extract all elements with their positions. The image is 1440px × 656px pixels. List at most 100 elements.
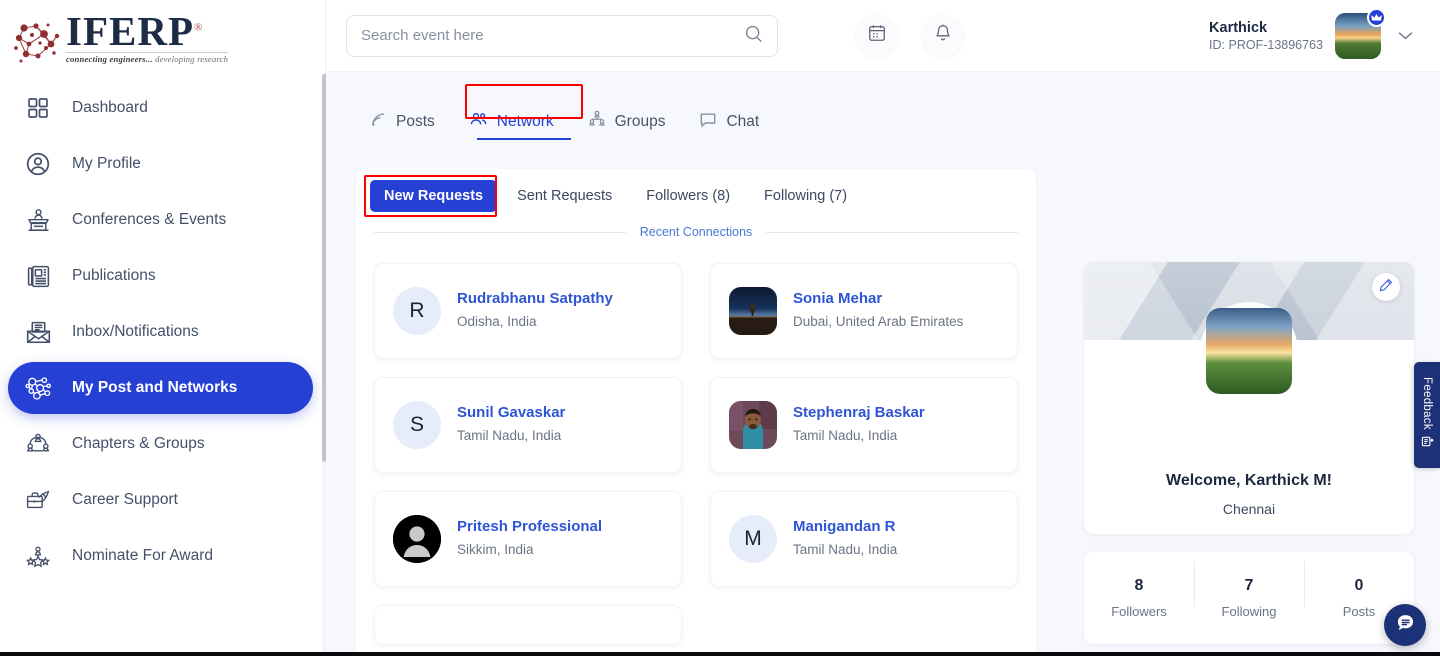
user-name: Karthick bbox=[1209, 19, 1268, 36]
divider-line-left bbox=[374, 231, 626, 233]
primary-tabs: Posts Network Groups Chat bbox=[346, 72, 1414, 141]
connection-name[interactable]: Rudrabhanu Satpathy bbox=[457, 288, 613, 311]
search-icon[interactable] bbox=[744, 24, 763, 48]
tab-posts[interactable]: Posts bbox=[370, 111, 435, 141]
chat-bubble-icon bbox=[699, 111, 717, 133]
user-circle-icon bbox=[22, 148, 54, 180]
chevron-down-icon[interactable] bbox=[1397, 26, 1414, 46]
connection-card[interactable]: Pritesh Professional Sikkim, India bbox=[374, 491, 682, 587]
sub-tabs: New Requests Sent Requests Followers (8)… bbox=[356, 169, 1036, 223]
connection-card[interactable]: R Rudrabhanu Satpathy Odisha, India bbox=[374, 263, 682, 359]
connection-location: Tamil Nadu, India bbox=[793, 427, 898, 443]
user-info: Karthick ID: PROF-13896763 bbox=[1209, 19, 1323, 53]
profile-card: Welcome, Karthick M! Chennai bbox=[1084, 262, 1414, 534]
user-id: ID: PROF-13896763 bbox=[1209, 38, 1323, 53]
edit-cover-button[interactable] bbox=[1372, 273, 1400, 301]
sidebar-item-my-post-and-networks[interactable]: My Post and Networks bbox=[8, 362, 313, 414]
people-icon bbox=[469, 111, 488, 133]
calendar-button[interactable] bbox=[856, 14, 898, 57]
bell-icon bbox=[933, 23, 953, 48]
brand-tagline-1: connecting engineers... bbox=[66, 53, 153, 64]
stat-following[interactable]: 7 Following bbox=[1194, 561, 1304, 619]
avatar[interactable] bbox=[1335, 7, 1386, 59]
iferp-network-logo-icon bbox=[10, 18, 64, 64]
network-panel: New Requests Sent Requests Followers (8)… bbox=[356, 169, 1036, 656]
sidebar-item-chapters-groups[interactable]: Chapters & Groups bbox=[8, 418, 313, 470]
connection-name[interactable]: Stephenraj Baskar bbox=[793, 402, 925, 425]
stat-value: 7 bbox=[1244, 577, 1254, 594]
feedback-icon bbox=[1421, 435, 1434, 453]
feedback-label: Feedback bbox=[1421, 376, 1433, 430]
brand-registered-mark: ® bbox=[194, 21, 204, 34]
subtab-new-requests[interactable]: New Requests bbox=[370, 180, 498, 212]
avatar-photo bbox=[729, 401, 777, 449]
recent-connections-divider: Recent Connections bbox=[356, 223, 1036, 239]
sidebar-item-label: My Post and Networks bbox=[72, 379, 238, 396]
pencil-icon bbox=[1379, 278, 1393, 297]
divider-label: Recent Connections bbox=[639, 225, 753, 239]
sidebar-item-label: Publications bbox=[72, 267, 156, 284]
stat-label: Followers bbox=[1111, 604, 1167, 619]
connection-cards-grid: R Rudrabhanu Satpathy Odisha, India Soni… bbox=[356, 239, 1036, 656]
search-box[interactable] bbox=[346, 14, 778, 57]
tab-chat[interactable]: Chat bbox=[699, 111, 759, 141]
rss-icon bbox=[370, 111, 387, 133]
brand-logo[interactable]: IFERP® connecting engineers... developin… bbox=[0, 0, 325, 72]
connection-name[interactable]: Manigandan R bbox=[793, 516, 897, 539]
sidebar-item-publications[interactable]: Publications bbox=[8, 250, 313, 302]
connection-name[interactable]: Pritesh Professional bbox=[457, 516, 602, 539]
avatar-initial: R bbox=[393, 287, 441, 335]
chat-icon bbox=[1394, 611, 1417, 639]
sidebar-nav: Dashboard My Profile Conferences & Event… bbox=[0, 72, 325, 582]
welcome-title: Welcome, Karthick M! bbox=[1166, 472, 1332, 489]
tab-label: Chat bbox=[726, 112, 760, 130]
connection-card-partial[interactable] bbox=[374, 605, 682, 645]
avatar-photo bbox=[729, 287, 777, 335]
feedback-tab[interactable]: Feedback bbox=[1414, 362, 1440, 468]
connection-name[interactable]: Sonia Mehar bbox=[793, 288, 963, 311]
user-menu[interactable]: Karthick ID: PROF-13896763 bbox=[1209, 7, 1414, 59]
tab-network[interactable]: Network bbox=[469, 111, 554, 141]
connection-name[interactable]: Sunil Gavaskar bbox=[457, 402, 565, 425]
newspaper-icon bbox=[22, 260, 54, 292]
sidebar-item-my-profile[interactable]: My Profile bbox=[8, 138, 313, 190]
connection-card[interactable]: S Sunil Gavaskar Tamil Nadu, India bbox=[374, 377, 682, 473]
connection-location: Tamil Nadu, India bbox=[793, 541, 898, 557]
right-column: Welcome, Karthick M! Chennai 8 Followers… bbox=[1084, 262, 1414, 644]
profile-photo bbox=[1206, 308, 1292, 394]
sidebar: IFERP® connecting engineers... developin… bbox=[0, 0, 327, 656]
sidebar-item-inbox-notifications[interactable]: Inbox/Notifications bbox=[8, 306, 313, 358]
sidebar-item-career-support[interactable]: Career Support bbox=[8, 474, 313, 526]
avatar-initial: M bbox=[729, 515, 777, 563]
main-area: Karthick ID: PROF-13896763 bbox=[326, 0, 1440, 656]
content-area: Posts Network Groups Chat New Requests S… bbox=[326, 72, 1440, 656]
sidebar-item-label: Inbox/Notifications bbox=[72, 323, 199, 340]
chat-fab-button[interactable] bbox=[1384, 604, 1426, 646]
avatar-silhouette bbox=[393, 515, 441, 563]
stats-card: 8 Followers 7 Following 0 Posts bbox=[1084, 552, 1414, 644]
sidebar-item-label: Chapters & Groups bbox=[72, 435, 205, 452]
connection-card[interactable]: M Manigandan R Tamil Nadu, India bbox=[710, 491, 1018, 587]
sidebar-item-conferences-events[interactable]: Conferences & Events bbox=[8, 194, 313, 246]
search-input[interactable] bbox=[361, 27, 744, 44]
sidebar-item-nominate-for-award[interactable]: Nominate For Award bbox=[8, 530, 313, 582]
stat-followers[interactable]: 8 Followers bbox=[1084, 577, 1194, 619]
subtab-following[interactable]: Following (7) bbox=[750, 180, 861, 212]
app-root: IFERP® connecting engineers... developin… bbox=[0, 0, 1440, 656]
grid-icon bbox=[22, 92, 54, 124]
subtab-followers[interactable]: Followers (8) bbox=[632, 180, 744, 212]
sidebar-item-label: My Profile bbox=[72, 155, 141, 172]
stat-value: 8 bbox=[1134, 577, 1144, 594]
tab-label: Posts bbox=[396, 112, 435, 130]
top-bar: Karthick ID: PROF-13896763 bbox=[326, 0, 1440, 72]
group-tree-icon bbox=[588, 110, 606, 133]
notifications-button[interactable] bbox=[922, 14, 964, 57]
connection-card[interactable]: Stephenraj Baskar Tamil Nadu, India bbox=[710, 377, 1018, 473]
tab-groups[interactable]: Groups bbox=[588, 110, 665, 141]
sidebar-item-label: Conferences & Events bbox=[72, 211, 227, 228]
connection-location: Sikkim, India bbox=[457, 541, 534, 557]
subtab-sent-requests[interactable]: Sent Requests bbox=[503, 180, 626, 212]
profile-city: Chennai bbox=[1222, 501, 1276, 517]
connection-card[interactable]: Sonia Mehar Dubai, United Arab Emirates bbox=[710, 263, 1018, 359]
sidebar-item-dashboard[interactable]: Dashboard bbox=[8, 82, 313, 134]
